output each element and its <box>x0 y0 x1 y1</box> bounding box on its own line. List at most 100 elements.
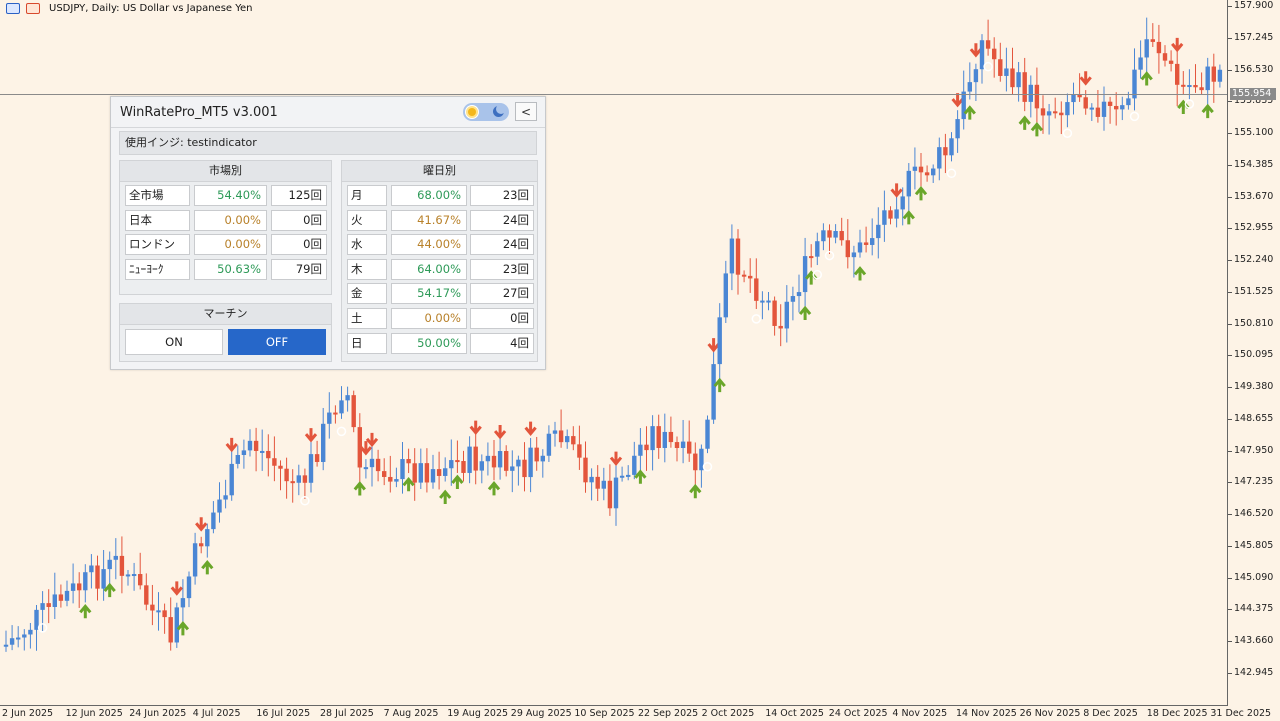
candle-body <box>516 459 521 467</box>
date-label: 2 Oct 2025 <box>701 708 755 719</box>
weekday-row-pct: 54.17% <box>391 283 467 305</box>
signal-circle <box>1062 128 1073 138</box>
candle-body <box>626 474 631 477</box>
buy-arrow-icon <box>1018 115 1031 130</box>
market-row-count: 0回 <box>271 209 327 231</box>
candle-body <box>589 476 594 483</box>
candle-body <box>64 590 70 601</box>
weekday-row-count: 27回 <box>470 283 534 305</box>
price-label: 146.520 <box>1234 508 1274 519</box>
sell-arrow-icon <box>493 425 507 440</box>
candle-body <box>369 458 375 468</box>
candle-body <box>1211 66 1216 82</box>
market-row-pct: 0.00% <box>194 209 267 231</box>
price-label: 142.945 <box>1234 666 1274 678</box>
candle-body <box>955 119 960 139</box>
candle-body <box>1156 41 1162 54</box>
weekday-row-count: 24回 <box>470 209 534 231</box>
candle-body <box>510 466 515 471</box>
candle-body <box>400 459 405 480</box>
candle-body <box>162 610 167 618</box>
price-label: 150.095 <box>1234 349 1274 361</box>
candle-body <box>711 364 716 420</box>
candle-body <box>28 629 33 635</box>
candle-body <box>1205 66 1210 91</box>
candle-body <box>552 430 558 434</box>
date-label: 19 Aug 2025 <box>447 708 509 719</box>
chart-menu-icon[interactable] <box>6 2 20 14</box>
candle-body <box>571 436 576 445</box>
candle-body <box>1101 101 1107 117</box>
collapse-button[interactable]: < <box>515 102 537 121</box>
candle-body <box>3 644 9 647</box>
panel-header[interactable]: WinRatePro_MT5 v3.001 < <box>111 97 545 128</box>
candle-body <box>546 433 552 456</box>
candle-body <box>479 461 484 471</box>
theme-toggle[interactable] <box>463 103 509 121</box>
candle-body <box>430 469 436 483</box>
candle-body <box>58 594 64 601</box>
weekday-row-count: 0回 <box>470 308 534 329</box>
buy-arrow-icon <box>103 582 116 598</box>
date-label: 7 Aug 2025 <box>383 708 439 719</box>
indicator-label: 使用インジ: testindicator <box>119 131 537 155</box>
candle-body <box>680 441 686 449</box>
winratepro-panel[interactable]: WinRatePro_MT5 v3.001 < 使用インジ: testindic… <box>110 96 546 370</box>
market-row-label: ロンドン <box>125 234 190 256</box>
price-axis[interactable]: 157.900 157.245 156.530 155.835 155.100 154.3… <box>1227 0 1280 705</box>
chart-type-icon[interactable] <box>26 2 40 14</box>
time-axis[interactable]: 2 Jun 2025 12 Jun 2025 24 Jun 2025 4 Jul 20… <box>0 705 1271 721</box>
candle-body <box>1046 111 1052 116</box>
candle-body <box>125 574 131 577</box>
martin-on-button[interactable]: ON <box>125 329 223 355</box>
candle-body <box>186 576 192 599</box>
weekday-section: 曜日別 月 68.00% 23回火 41.67% 24回水 44.00% 24回木 64.00… <box>341 160 538 362</box>
price-label: 154.385 <box>1234 158 1274 170</box>
market-section-header: 市場別 <box>120 161 331 182</box>
candle-body <box>656 426 661 448</box>
price-tick <box>1228 450 1232 452</box>
date-label: 31 Dec 2025 <box>1210 708 1272 719</box>
market-row-count: 0回 <box>271 234 327 256</box>
candle-body <box>333 412 338 415</box>
martin-off-button[interactable]: OFF <box>228 329 326 355</box>
signal-circle <box>946 168 957 179</box>
weekday-row-label: 金 <box>347 283 387 305</box>
candle-body <box>241 450 247 455</box>
candle-body <box>918 166 924 173</box>
candle-body <box>394 479 399 482</box>
candle-body <box>790 296 796 302</box>
candle-body <box>363 467 369 470</box>
price-label: 149.380 <box>1234 381 1274 392</box>
price-label: 157.245 <box>1234 31 1274 43</box>
weekday-row-label: 月 <box>347 185 387 206</box>
candle-body <box>101 569 106 589</box>
sun-icon <box>465 105 479 119</box>
buy-arrow-icon <box>963 105 976 120</box>
candle-body <box>638 444 643 456</box>
candle-body <box>1217 69 1223 82</box>
price-tick <box>1228 672 1232 674</box>
sell-arrow-icon <box>1079 71 1092 86</box>
candle-body <box>412 463 417 483</box>
candle-body <box>1187 85 1192 88</box>
candle-body <box>382 471 387 477</box>
candle-body <box>272 458 277 466</box>
candle-body <box>1083 97 1088 109</box>
date-label: 29 Aug 2025 <box>510 708 572 719</box>
chart-title: USDJPY, Daily: US Dollar vs Japanese Yen <box>49 2 253 14</box>
date-label: 8 Dec 2025 <box>1083 708 1138 719</box>
candle-body <box>339 400 344 414</box>
price-label: 145.805 <box>1234 539 1274 551</box>
candle-body <box>760 300 765 303</box>
price-tick <box>1228 609 1232 611</box>
candle-body <box>815 241 820 257</box>
candle-body <box>1016 72 1021 88</box>
candle-body <box>802 256 808 293</box>
buy-arrow-icon <box>439 489 452 504</box>
date-label: 2 Jun 2025 <box>2 708 54 719</box>
candle-body <box>839 231 844 241</box>
candle-body <box>979 40 985 70</box>
candle-body <box>1126 98 1131 106</box>
date-label: 4 Jul 2025 <box>192 708 241 719</box>
